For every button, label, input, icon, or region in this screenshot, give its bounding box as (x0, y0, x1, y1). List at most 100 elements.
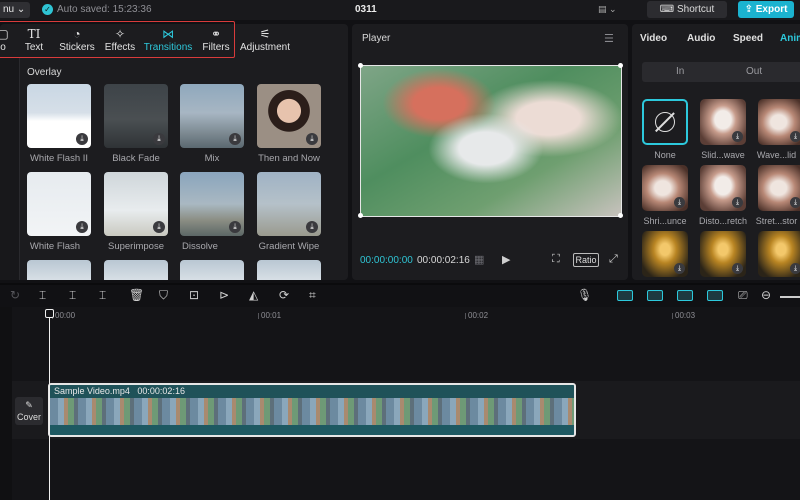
download-icon[interactable]: ⤓ (790, 197, 800, 208)
animation-thumbnail[interactable]: ⤓ (700, 231, 746, 277)
transition-label: White Flash (29, 241, 81, 252)
rotate-icon[interactable]: ⟳ (279, 288, 289, 302)
download-icon[interactable]: ⤓ (674, 197, 685, 208)
layout-icon[interactable]: ▤ ⌄ (598, 4, 617, 15)
freeze-icon[interactable]: ⊡ (189, 288, 199, 302)
transition-dissolve[interactable]: ⤓ (180, 172, 244, 236)
redo-icon[interactable]: ↻ (10, 288, 20, 302)
crop-icon[interactable]: ⌗ (309, 288, 316, 303)
play-icon[interactable]: ▶ (502, 253, 510, 266)
animation-distort-stretch[interactable]: ⤓ (700, 165, 746, 211)
download-icon[interactable]: ⤓ (229, 133, 241, 145)
download-icon[interactable]: ⤓ (229, 221, 241, 233)
download-icon[interactable]: ⤓ (674, 263, 685, 274)
split-icon[interactable]: ⌶ (39, 288, 46, 303)
crop-handle[interactable] (358, 213, 363, 218)
expand-icon[interactable]: ⤢ (609, 253, 618, 266)
download-icon[interactable]: ⤓ (306, 133, 318, 145)
download-icon[interactable]: ⤓ (153, 133, 165, 145)
split-left-icon[interactable]: ⌶ (69, 288, 76, 303)
playhead-handle[interactable] (45, 309, 54, 318)
reverse-icon[interactable]: ⊳ (219, 288, 229, 302)
keyboard-icon: ⌨ (659, 4, 677, 15)
ruler-label: 00:00 (55, 311, 76, 320)
tab-in[interactable]: In (676, 66, 684, 77)
animation-slide-wave[interactable]: ⤓ (700, 99, 746, 145)
download-icon[interactable]: ⤓ (732, 131, 743, 142)
animation-stretch-distort[interactable]: ⤓ (758, 165, 800, 211)
transition-thumbnail[interactable] (104, 260, 168, 280)
transition-then-and-now[interactable]: ⤓ (257, 84, 321, 148)
shortcut-button[interactable]: ⌨ Shortcut (647, 1, 727, 18)
mark-icon[interactable]: ⛉ (159, 288, 168, 303)
animation-thumbnail[interactable]: ⤓ (642, 231, 688, 277)
mirror-icon[interactable]: ◭ (249, 288, 258, 302)
ratio-button[interactable]: Ratio (573, 253, 599, 267)
transition-white-flash[interactable]: ⤓ (27, 172, 91, 236)
main-track-magnet-icon[interactable] (617, 290, 633, 301)
transition-label: Dissolve (182, 241, 218, 252)
animation-label: Slid...wave (701, 150, 745, 160)
transition-white-flash-ii[interactable]: ⤓ (27, 84, 91, 148)
export-button[interactable]: ⇪ Export (738, 1, 794, 18)
animation-shrink-bounce[interactable]: ⤓ (642, 165, 688, 211)
download-icon[interactable]: ⤓ (76, 133, 88, 145)
ruler-tick (258, 313, 259, 319)
download-icon[interactable]: ⤓ (153, 221, 165, 233)
download-icon[interactable]: ⤓ (76, 221, 88, 233)
crop-handle[interactable] (618, 213, 623, 218)
tab-out[interactable]: Out (746, 66, 762, 77)
download-icon[interactable]: ⤓ (732, 197, 743, 208)
download-icon[interactable]: ⤓ (732, 263, 743, 274)
toolbar-adjustment-label: Adjustment (239, 42, 291, 53)
ruler-tick (672, 313, 673, 319)
playhead[interactable] (49, 312, 50, 500)
video-clip[interactable]: Sample Video.mp4 00:00:02:16 (48, 383, 576, 437)
animation-thumbnail[interactable]: ⤓ (758, 231, 800, 277)
microphone-icon[interactable]: 🎙 (577, 288, 592, 302)
linkage-icon[interactable] (677, 290, 693, 301)
transition-thumbnail[interactable] (27, 260, 91, 280)
animation-label: None (654, 150, 676, 160)
tab-audio[interactable]: Audio (687, 33, 715, 44)
transition-thumbnail[interactable] (180, 260, 244, 280)
split-right-icon[interactable]: ⌶ (99, 288, 106, 303)
tab-animation[interactable]: Anim (780, 33, 800, 44)
track-header-strip (0, 307, 12, 500)
download-icon[interactable]: ⤓ (306, 221, 318, 233)
clip-duration: 00:00:02:16 (137, 386, 185, 396)
transition-thumbnail[interactable] (257, 260, 321, 280)
transition-gradient-wipe[interactable]: ⤓ (257, 172, 321, 236)
download-icon[interactable]: ⤓ (790, 131, 800, 142)
auto-snap-icon[interactable] (647, 290, 663, 301)
transition-black-fade[interactable]: ⤓ (104, 84, 168, 148)
tab-video[interactable]: Video (640, 33, 667, 44)
zoom-out-icon[interactable]: ⊖ (761, 288, 771, 302)
animation-label: Shri...unce (643, 216, 687, 226)
video-preview[interactable] (360, 65, 622, 217)
panel-divider[interactable] (0, 283, 800, 285)
screenshot-icon[interactable]: ⎚ (738, 288, 748, 303)
animation-none[interactable] (642, 99, 688, 145)
shortcut-label: Shortcut (676, 4, 715, 15)
transition-mix[interactable]: ⤓ (180, 84, 244, 148)
menu-icon[interactable]: ☰ (604, 32, 614, 45)
timeline-grid-icon[interactable]: ▦ (474, 253, 484, 266)
transition-superimpose[interactable]: ⤓ (104, 172, 168, 236)
animation-wave-slide[interactable]: ⤓ (758, 99, 800, 145)
menu-button[interactable]: nu ⌄ (0, 2, 31, 18)
crop-handle[interactable] (358, 63, 363, 68)
zoom-slider[interactable] (780, 296, 800, 298)
delete-icon[interactable]: 🗑 (129, 288, 144, 302)
toolbar-adjustment[interactable]: ⚟ Adjustment (238, 26, 292, 56)
tab-speed[interactable]: Speed (733, 33, 763, 44)
clip-audio-waveform (50, 425, 574, 435)
download-icon[interactable]: ⤓ (790, 263, 800, 274)
preview-axis-icon[interactable] (707, 290, 723, 301)
crop-handle[interactable] (618, 63, 623, 68)
in-out-toggle: In Out (642, 62, 800, 82)
transition-label: White Flash II (29, 153, 89, 164)
project-title[interactable]: 0311 (355, 4, 377, 15)
fullscreen-frame-icon[interactable]: ⛶ (552, 253, 560, 266)
cover-button[interactable]: ✎ Cover (15, 397, 43, 425)
